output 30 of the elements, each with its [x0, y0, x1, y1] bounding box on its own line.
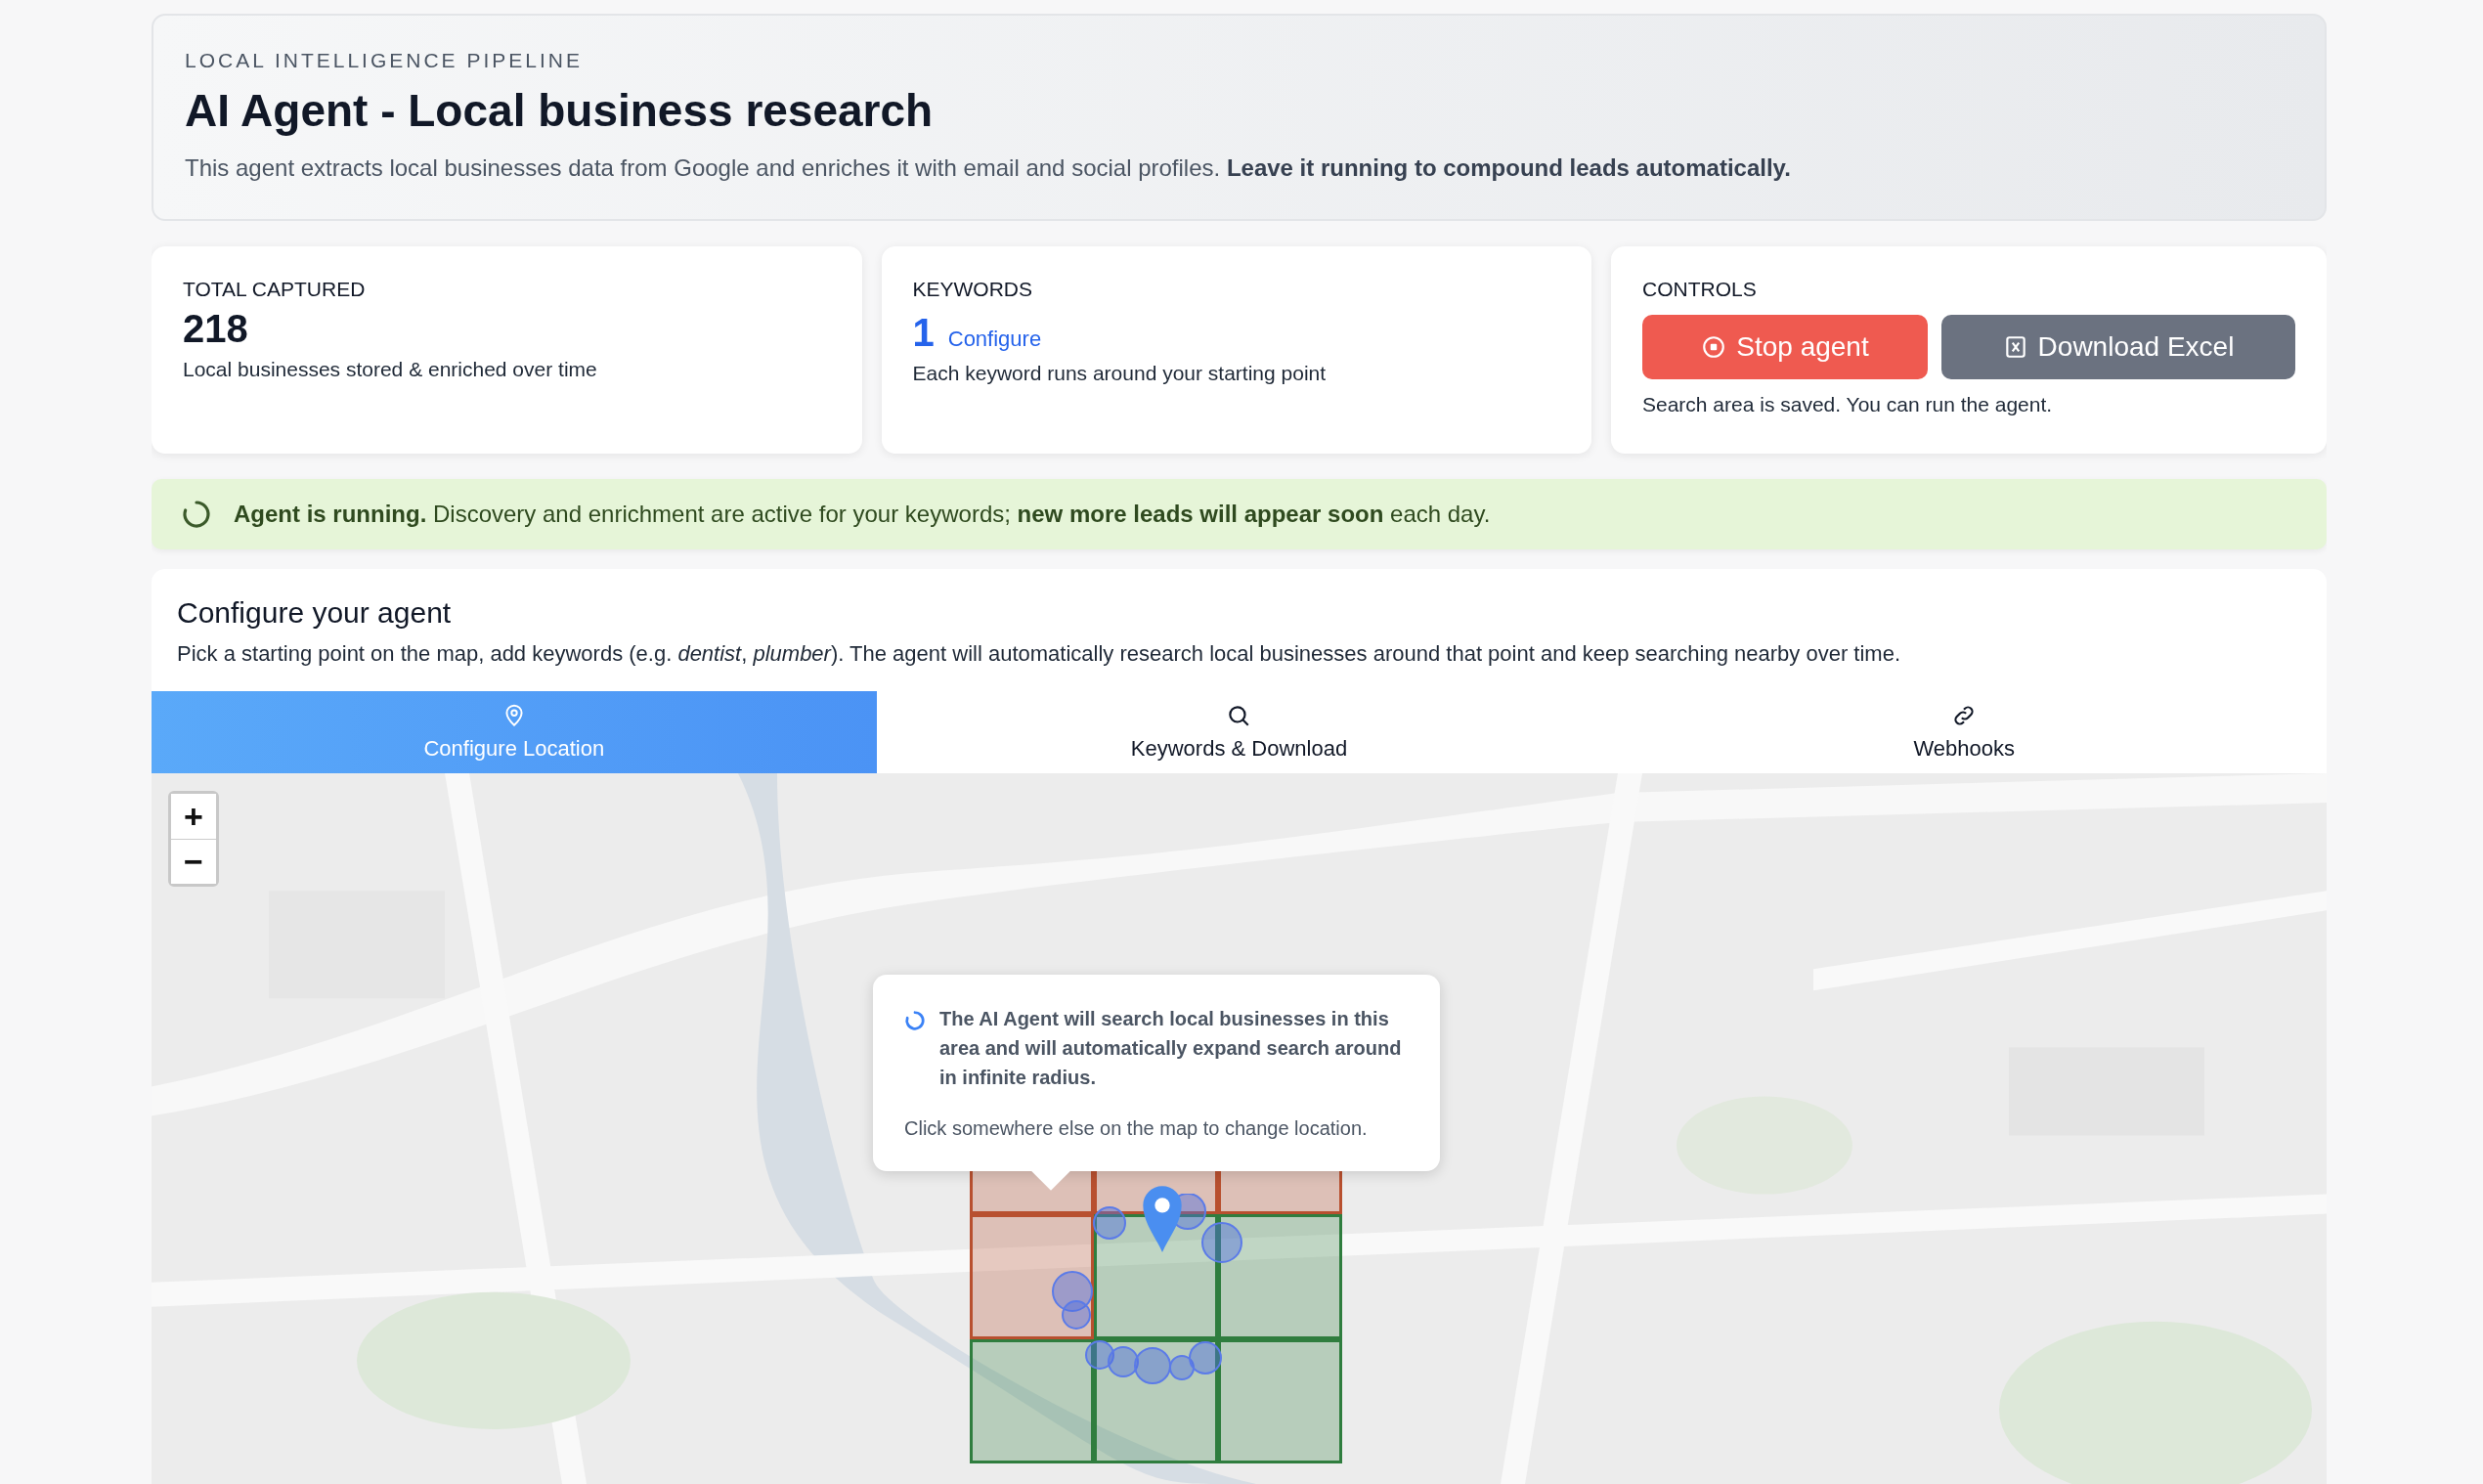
- stat-note: Each keyword runs around your starting point: [912, 362, 1328, 385]
- spinner-icon: [181, 499, 212, 530]
- map-marker: [1052, 1271, 1093, 1312]
- map-marker: [1108, 1346, 1139, 1377]
- status-message: Agent is running. Discovery and enrichment are active for your keywords; new more leads will appear soon each day.: [234, 501, 1491, 528]
- controls-label: CONTROLS: [1642, 278, 1758, 301]
- configure-link[interactable]: Configure: [947, 327, 1042, 352]
- stop-icon: [1701, 334, 1727, 360]
- popup-hint: Click somewhere else on the map to change location.: [904, 1117, 1369, 1140]
- map-marker: [1189, 1341, 1222, 1375]
- stat-label: KEYWORDS: [912, 278, 1033, 301]
- map-marker: [1201, 1222, 1242, 1263]
- map-pin-icon: [1141, 1184, 1184, 1252]
- spinner-icon: [904, 1010, 926, 1031]
- zoom-out-button[interactable]: −: [171, 839, 216, 884]
- section-title: Configure your agent: [177, 596, 453, 630]
- map-marker: [1085, 1340, 1114, 1370]
- eyebrow-label: LOCAL INTELLIGENCE PIPELINE: [185, 49, 584, 72]
- section-description: Pick a starting point on the map, add keywords (e.g. dentist, plumber). The agent will automatically research local businesses around that point and keep searching nearby over time.: [177, 641, 1902, 667]
- download-button[interactable]: Download Excel: [1941, 315, 2295, 379]
- popup-message: The AI Agent will search local businesses in this area and will automatically expand search around in infinite radius.: [939, 1007, 1403, 1090]
- map-marker: [1093, 1206, 1126, 1240]
- stat-label: TOTAL CAPTURED: [183, 278, 367, 301]
- controls-note: Search area is saved. You can run the agent.: [1642, 393, 2054, 416]
- page-description: This agent extracts local businesses data from Google and enriches it with email and social profiles. Leave it running to compound leads automatically.: [185, 154, 1792, 182]
- page-title: AI Agent - Local business research: [185, 84, 935, 137]
- stat-value: 1: [912, 310, 935, 356]
- stat-value: 218: [183, 306, 249, 352]
- stat-note: Local businesses stored & enriched over time: [183, 358, 598, 381]
- map-marker: [1062, 1300, 1091, 1330]
